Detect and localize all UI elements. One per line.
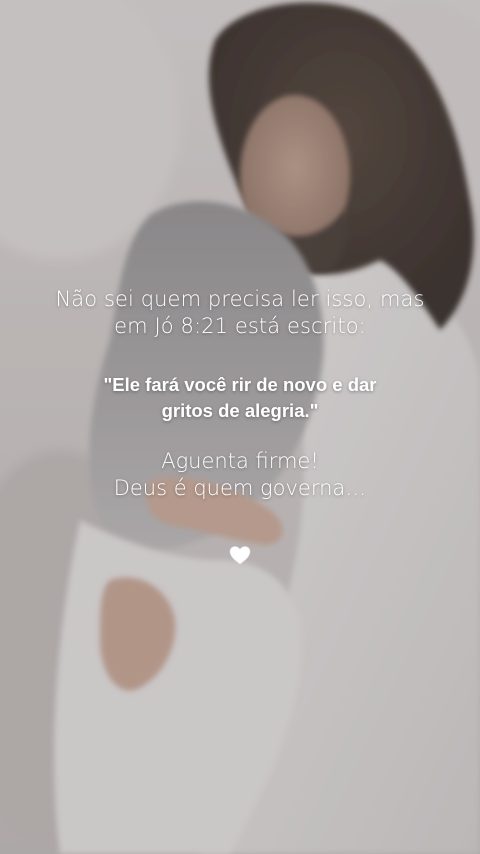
dim-overlay [0, 0, 480, 854]
white-heart-icon [229, 546, 251, 565]
intro-text: Não sei quem precisa ler isso, mas em Jó… [0, 286, 480, 340]
closing-line-1: Aguenta firme! [161, 449, 319, 473]
closing-line-2: Deus é quem governa… [113, 476, 367, 500]
story-screen: Não sei quem precisa ler isso, mas em Jó… [0, 0, 480, 854]
quote-line-1: "Ele fará você rir de novo e dar [103, 374, 377, 395]
closing-text: Aguenta firme! Deus é quem governa… [0, 448, 480, 502]
intro-line-1: Não sei quem precisa ler isso, mas [55, 287, 425, 311]
intro-line-2: em Jó 8:21 está escrito: [114, 314, 366, 338]
bible-quote: "Ele fará você rir de novo e dar gritos … [0, 372, 480, 424]
quote-line-2: gritos de alegria." [161, 400, 319, 421]
